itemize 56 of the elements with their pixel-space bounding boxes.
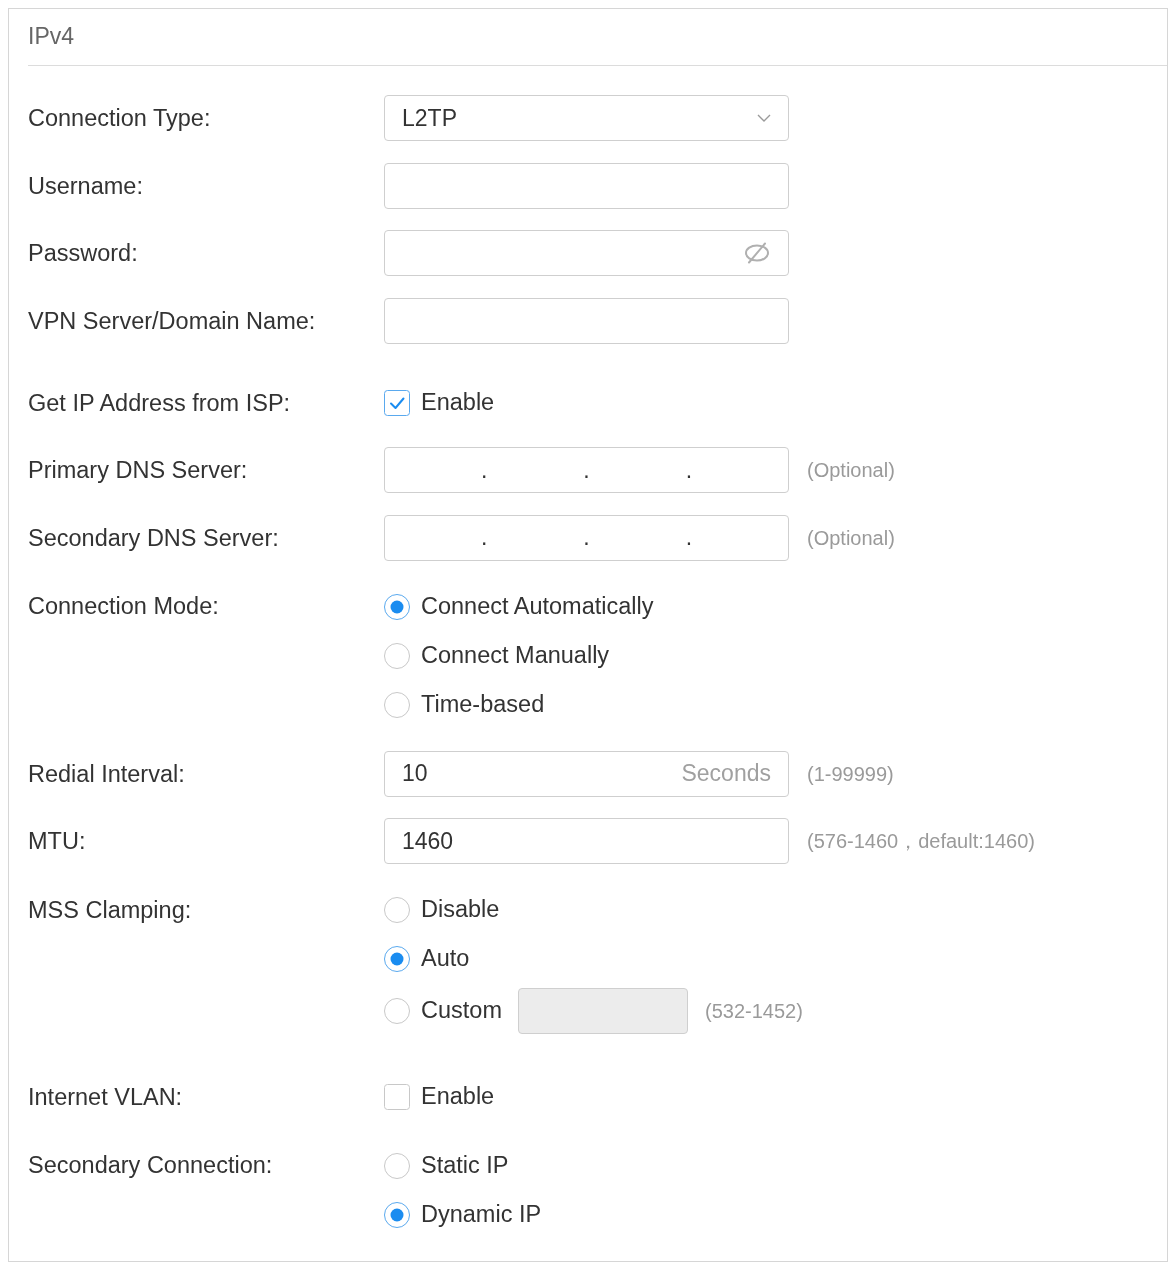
eye-slash-icon[interactable]: [743, 242, 771, 264]
radio-button[interactable]: [384, 946, 410, 972]
checkbox[interactable]: [384, 389, 410, 416]
number-field[interactable]: 10 Seconds: [384, 750, 789, 797]
radio-button[interactable]: [384, 1152, 410, 1179]
option-label: Connect Manually: [421, 640, 610, 670]
ip-separator: .: [583, 526, 590, 549]
field-label: Redial Interval:: [28, 759, 186, 789]
field-label: Connection Type:: [28, 104, 212, 133]
ip-separator: .: [583, 458, 590, 482]
option-label: Enable: [421, 387, 495, 417]
radio-button[interactable]: [384, 1201, 410, 1228]
section-title: IPv4: [28, 23, 75, 51]
option-label: Time-based: [421, 689, 545, 719]
field-label: Secondary Connection:: [28, 1151, 274, 1180]
field-label: Get IP Address from ISP:: [28, 388, 292, 418]
password-field[interactable]: [384, 230, 789, 276]
radio-button[interactable]: [384, 897, 410, 923]
radio-button[interactable]: [384, 691, 410, 718]
ip-separator: .: [685, 458, 693, 482]
option-label: Enable: [421, 1081, 495, 1111]
unit-text: Seconds: [681, 759, 771, 789]
hint-text: (Optional): [807, 525, 895, 551]
hint-text: (576-1460，default:1460): [807, 829, 1035, 854]
hint-text: (1-99999): [807, 761, 894, 787]
option-label: Auto: [421, 944, 470, 974]
hint-text: (Optional): [807, 458, 895, 483]
field-label: MTU:: [28, 827, 87, 856]
chevron-down-icon[interactable]: [757, 114, 771, 122]
option-label: Connect Automatically: [421, 591, 654, 621]
ip-separator: .: [480, 526, 488, 549]
option-label: Custom: [421, 995, 502, 1025]
dropdown[interactable]: L2TP: [384, 95, 789, 141]
ip-address-field[interactable]: . . .: [384, 447, 789, 493]
text-field[interactable]: [384, 297, 789, 344]
option-label: Disable: [421, 895, 500, 925]
text-field[interactable]: 1460: [384, 818, 789, 864]
field-label: Internet VLAN:: [28, 1082, 184, 1112]
radio-button[interactable]: [384, 593, 410, 620]
option-label: Dynamic IP: [421, 1199, 542, 1229]
ip-separator: .: [685, 526, 693, 549]
text-field[interactable]: [384, 162, 789, 209]
field-label: Primary DNS Server:: [28, 456, 249, 485]
field-label: Secondary DNS Server:: [28, 523, 280, 553]
radio-button[interactable]: [384, 997, 410, 1024]
field-label: Password:: [28, 239, 139, 268]
option-label: Static IP: [421, 1150, 509, 1180]
field-label: Username:: [28, 171, 144, 201]
radio-button[interactable]: [384, 642, 410, 669]
hint-text: (532-1452): [704, 998, 803, 1024]
field-label: Connection Mode:: [28, 592, 220, 621]
field-label: VPN Server/Domain Name:: [28, 306, 317, 336]
checkbox[interactable]: [384, 1083, 410, 1110]
ip-separator: .: [480, 458, 488, 482]
ip-address-field[interactable]: . . .: [384, 514, 789, 561]
field-label: MSS Clamping:: [28, 895, 193, 925]
